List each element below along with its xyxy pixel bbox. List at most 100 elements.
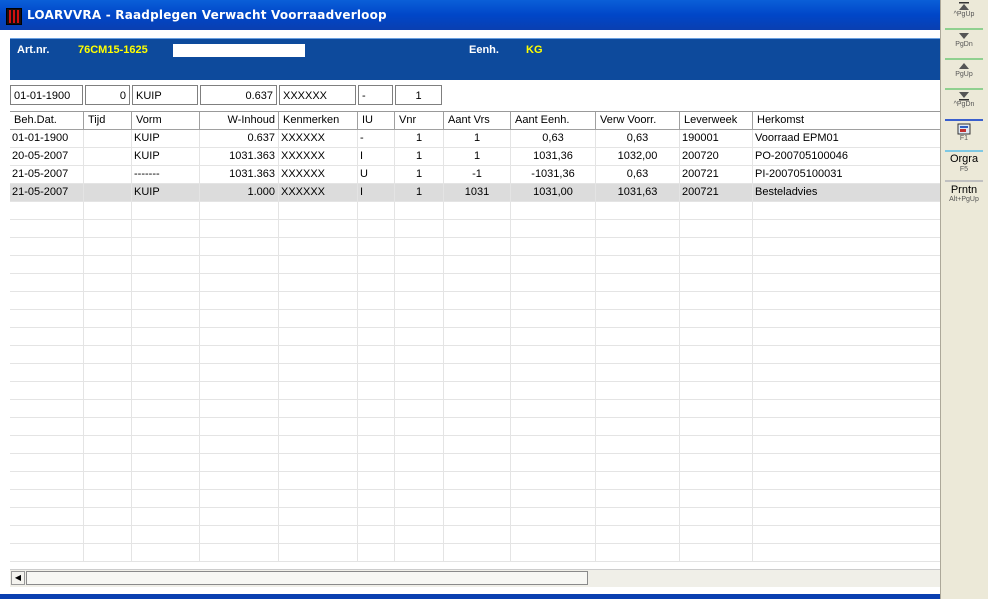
filter-time-field[interactable]: 0	[85, 85, 130, 105]
cell-beh-dat: 21-05-2007	[10, 166, 84, 183]
cell-leverweek: 200720	[680, 148, 753, 165]
cell-kenmerken	[279, 544, 358, 561]
table-row[interactable]	[10, 382, 940, 400]
cell-w-inhoud	[200, 436, 279, 453]
cell-herkomst	[753, 490, 940, 507]
cell-w-inhoud	[200, 472, 279, 489]
col-header-iu[interactable]: IU	[358, 112, 395, 129]
cell-w-inhoud	[200, 274, 279, 291]
col-header-leverweek[interactable]: Leverweek	[680, 112, 753, 129]
table-row[interactable]	[10, 490, 940, 508]
table-row[interactable]	[10, 238, 940, 256]
title-bar[interactable]: LOARVVRA - Raadplegen Verwacht Voorraadv…	[0, 0, 940, 30]
orgra-button[interactable]: Orgra F5	[943, 153, 985, 174]
col-header-verw-voorr[interactable]: Verw Voorr.	[596, 112, 680, 129]
table-row[interactable]	[10, 310, 940, 328]
cell-tijd	[84, 400, 132, 417]
cell-beh-dat	[10, 382, 84, 399]
cell-leverweek	[680, 490, 753, 507]
horizontal-scrollbar[interactable]: ◀	[10, 569, 940, 587]
table-row[interactable]	[10, 220, 940, 238]
next-page-button[interactable]: PgDn	[943, 32, 985, 49]
print-button[interactable]: Prntn Alt+PgUp	[943, 184, 985, 204]
cell-iu	[358, 364, 395, 381]
cell-verw-voorr: 0,63	[596, 166, 680, 183]
table-row[interactable]	[10, 202, 940, 220]
toolbar-divider	[945, 28, 983, 30]
filter-date-field[interactable]: 01-01-1900	[10, 85, 83, 105]
table-row[interactable]: 21-05-2007 KUIP 1.000 XXXXXX I 1 1031 1031,00 10…	[10, 184, 940, 202]
toolbar-divider	[945, 180, 983, 182]
cell-verw-voorr	[596, 400, 680, 417]
filter-features-field[interactable]: XXXXXX	[279, 85, 356, 105]
filter-form-field[interactable]: KUIP	[132, 85, 198, 105]
col-header-w-inhoud[interactable]: W-Inhoud	[200, 112, 279, 129]
cell-w-inhoud	[200, 238, 279, 255]
scroll-thumb[interactable]	[26, 571, 588, 585]
previous-page-button[interactable]: PgUp	[943, 62, 985, 79]
table-row[interactable]	[10, 508, 940, 526]
col-header-herkomst[interactable]: Herkomst	[753, 112, 940, 129]
cell-w-inhoud	[200, 220, 279, 237]
table-row[interactable]	[10, 328, 940, 346]
article-header-panel: Art.nr. 76CM15-1625 Eenh. KG	[10, 38, 940, 80]
cell-iu	[358, 454, 395, 471]
cell-kenmerken	[279, 508, 358, 525]
toolbar-divider	[945, 88, 983, 90]
cell-aant-eenh	[511, 436, 596, 453]
cell-vnr	[395, 454, 444, 471]
cell-beh-dat	[10, 328, 84, 345]
table-row[interactable]	[10, 346, 940, 364]
col-header-kenmerken[interactable]: Kenmerken	[279, 112, 358, 129]
last-page-button[interactable]: ^PgDn	[943, 92, 985, 109]
table-row[interactable]	[10, 472, 940, 490]
cell-aant-vrs	[444, 418, 511, 435]
cell-kenmerken: XXXXXX	[279, 148, 358, 165]
help-button[interactable]: F1	[943, 123, 985, 143]
cell-kenmerken	[279, 400, 358, 417]
cell-w-inhoud: 0.637	[200, 130, 279, 147]
col-header-aant-vrs[interactable]: Aant Vrs	[444, 112, 511, 129]
table-row[interactable]	[10, 454, 940, 472]
filter-content-field[interactable]: 0.637	[200, 85, 277, 105]
col-header-tijd[interactable]: Tijd	[84, 112, 132, 129]
table-row[interactable]: 21-05-2007 ------- 1031.363 XXXXXX U 1 -1 -1031…	[10, 166, 940, 184]
cell-herkomst	[753, 454, 940, 471]
cell-verw-voorr	[596, 220, 680, 237]
table-row[interactable]: 20-05-2007 KUIP 1031.363 XXXXXX I 1 1 1031,36 10…	[10, 148, 940, 166]
col-header-vorm[interactable]: Vorm	[132, 112, 200, 129]
cell-aant-vrs	[444, 454, 511, 471]
filter-iu-field[interactable]: -	[358, 85, 393, 105]
table-row[interactable]	[10, 526, 940, 544]
col-header-vnr[interactable]: Vnr	[395, 112, 444, 129]
cell-beh-dat	[10, 310, 84, 327]
cell-vnr	[395, 202, 444, 219]
table-row[interactable]	[10, 418, 940, 436]
cell-iu	[358, 436, 395, 453]
table-row[interactable]	[10, 436, 940, 454]
table-row[interactable]	[10, 256, 940, 274]
cell-herkomst	[753, 274, 940, 291]
cell-herkomst	[753, 328, 940, 345]
cell-vnr	[395, 364, 444, 381]
cell-iu	[358, 490, 395, 507]
table-row[interactable]	[10, 544, 940, 562]
table-row[interactable]	[10, 364, 940, 382]
cell-w-inhoud	[200, 508, 279, 525]
col-header-aant-eenh[interactable]: Aant Eenh.	[511, 112, 596, 129]
filter-vnr-field[interactable]: 1	[395, 85, 442, 105]
table-row[interactable]	[10, 292, 940, 310]
table-row[interactable]	[10, 274, 940, 292]
scroll-left-arrow-icon[interactable]: ◀	[11, 571, 25, 585]
cell-aant-eenh	[511, 292, 596, 309]
app-logo-icon	[6, 8, 22, 25]
cell-iu	[358, 256, 395, 273]
cell-kenmerken	[279, 436, 358, 453]
cell-leverweek	[680, 202, 753, 219]
table-row[interactable]: 01-01-1900 KUIP 0.637 XXXXXX -1 1 0,63 0,63 1900…	[10, 130, 940, 148]
cell-kenmerken	[279, 346, 358, 363]
first-page-button[interactable]: ^PgUp	[943, 2, 985, 19]
table-row[interactable]	[10, 400, 940, 418]
col-header-beh-dat[interactable]: Beh.Dat.	[10, 112, 84, 129]
cell-aant-eenh	[511, 472, 596, 489]
